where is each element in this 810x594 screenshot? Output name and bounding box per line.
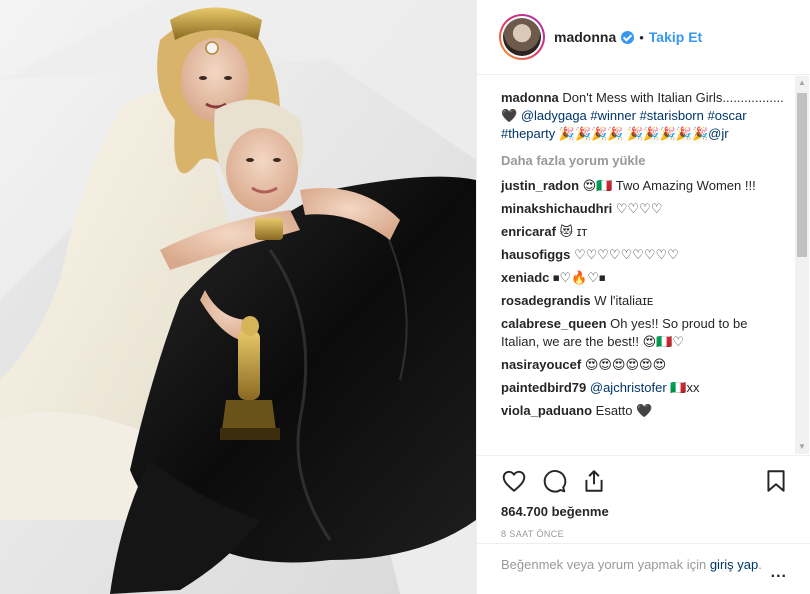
comment-item: xeniadc ⏹♡🔥♡⏹ — [501, 269, 789, 287]
post-panel: madonna • Takip Et madonna Don't Mess wi… — [476, 0, 810, 594]
comment-text: 🇮🇹xx — [670, 380, 700, 395]
comment-text: W l'italiaɪᴇ — [594, 293, 654, 308]
heart-emoji: 🖤 — [501, 108, 518, 123]
comment-item: hausofiggs ♡♡♡♡♡♡♡♡♡ — [501, 246, 789, 264]
scroll-down-arrow-icon[interactable]: ▼ — [795, 440, 809, 454]
caption-username[interactable]: madonna — [501, 90, 559, 105]
comment-text: ⏹♡🔥♡⏹ — [553, 270, 606, 285]
comment-item: enricaraf 😻 ɪᴛ — [501, 223, 789, 241]
login-link[interactable]: giriş yap — [710, 557, 758, 572]
comment-item: paintedbird79 @ajchristofer 🇮🇹xx — [501, 379, 789, 397]
comment-text: 😻 ɪᴛ — [559, 224, 588, 239]
caption-emojis: 🎉🎉🎉🎉 — [558, 126, 624, 141]
hashtag-oscar[interactable]: #oscar — [708, 108, 747, 123]
verified-badge-icon — [621, 30, 635, 44]
comment-username[interactable]: justin_radon — [501, 178, 579, 193]
scrollbar-thumb[interactable] — [797, 93, 807, 257]
comment-text: 😍🇮🇹 Two Amazing Women !!! — [582, 178, 756, 193]
comments-list[interactable]: madonna Don't Mess with Italian Girls...… — [477, 76, 810, 454]
comment-item: calabrese_queen Oh yes!! So proud to be … — [501, 315, 789, 351]
login-prompt-suffix: . — [758, 557, 762, 572]
heart-icon[interactable] — [501, 468, 527, 494]
comment-item: nasirayoucef 😍😍😍😍😍😍 — [501, 356, 789, 374]
post-actions: 864.700 beğenme 8 SAAT ÖNCE — [477, 455, 810, 539]
hashtag-starisborn[interactable]: #starisborn — [640, 108, 704, 123]
hashtag-winner[interactable]: #winner — [590, 108, 636, 123]
comment-username[interactable]: viola_paduano — [501, 403, 592, 418]
post-photo — [0, 0, 476, 594]
comment-username[interactable]: enricaraf — [501, 224, 556, 239]
comments-scrollbar[interactable]: ▲ ▼ — [795, 76, 809, 454]
caption: madonna Don't Mess with Italian Girls...… — [501, 89, 789, 143]
comment-username[interactable]: minakshichaudhri — [501, 201, 612, 216]
comment-username[interactable]: paintedbird79 — [501, 380, 586, 395]
post-header: madonna • Takip Et — [477, 0, 810, 75]
comment-username[interactable]: nasirayoucef — [501, 357, 581, 372]
mention-ajchristofer[interactable]: @ajchristofer — [590, 380, 667, 395]
photo-illustration — [0, 0, 476, 594]
comment-item: justin_radon 😍🇮🇹 Two Amazing Women !!! — [501, 177, 789, 195]
comment-username[interactable]: calabrese_queen — [501, 316, 607, 331]
comment-item: minakshichaudhri ♡♡♡♡ — [501, 200, 789, 218]
more-options-icon[interactable]: ... — [771, 564, 787, 581]
share-icon[interactable] — [581, 468, 607, 494]
avatar-image — [503, 18, 541, 56]
mention-ladygaga[interactable]: @ladygaga — [521, 108, 587, 123]
caption-text: Don't Mess with Italian Girls...........… — [562, 90, 784, 105]
comment-text: 😍😍😍😍😍😍 — [584, 357, 667, 372]
username[interactable]: madonna — [554, 29, 616, 45]
hashtag-theparty[interactable]: #theparty — [501, 126, 555, 141]
mention-jr[interactable]: @jr — [708, 126, 728, 141]
comment-item: viola_paduano Esatto 🖤 — [501, 402, 789, 420]
comment-username[interactable]: rosadegrandis — [501, 293, 591, 308]
comment-icon[interactable] — [541, 468, 567, 494]
caption-emojis-2: 🎉🎉🎉🎉🎉 — [627, 126, 709, 141]
comment-text: Esatto 🖤 — [595, 403, 653, 418]
comment-text: ♡♡♡♡♡♡♡♡♡ — [573, 247, 679, 262]
comment-item: rosadegrandis W l'italiaɪᴇ — [501, 292, 789, 310]
login-prompt: Beğenmek veya yorum yapmak için giriş ya… — [477, 543, 810, 594]
post-timestamp[interactable]: 8 SAAT ÖNCE — [501, 529, 789, 539]
separator-dot: • — [639, 29, 644, 45]
comment-username[interactable]: hausofiggs — [501, 247, 570, 262]
login-prompt-text: Beğenmek veya yorum yapmak için — [501, 557, 707, 572]
comment-text: ♡♡♡♡ — [615, 201, 663, 216]
avatar[interactable] — [499, 14, 545, 60]
comment-username[interactable]: xeniadc — [501, 270, 549, 285]
follow-button[interactable]: Takip Et — [649, 29, 702, 45]
scroll-up-arrow-icon[interactable]: ▲ — [795, 76, 809, 90]
load-more-comments-button[interactable]: Daha fazla yorum yükle — [501, 153, 789, 168]
bookmark-icon[interactable] — [763, 468, 789, 494]
likes-count[interactable]: 864.700 beğenme — [501, 504, 789, 519]
